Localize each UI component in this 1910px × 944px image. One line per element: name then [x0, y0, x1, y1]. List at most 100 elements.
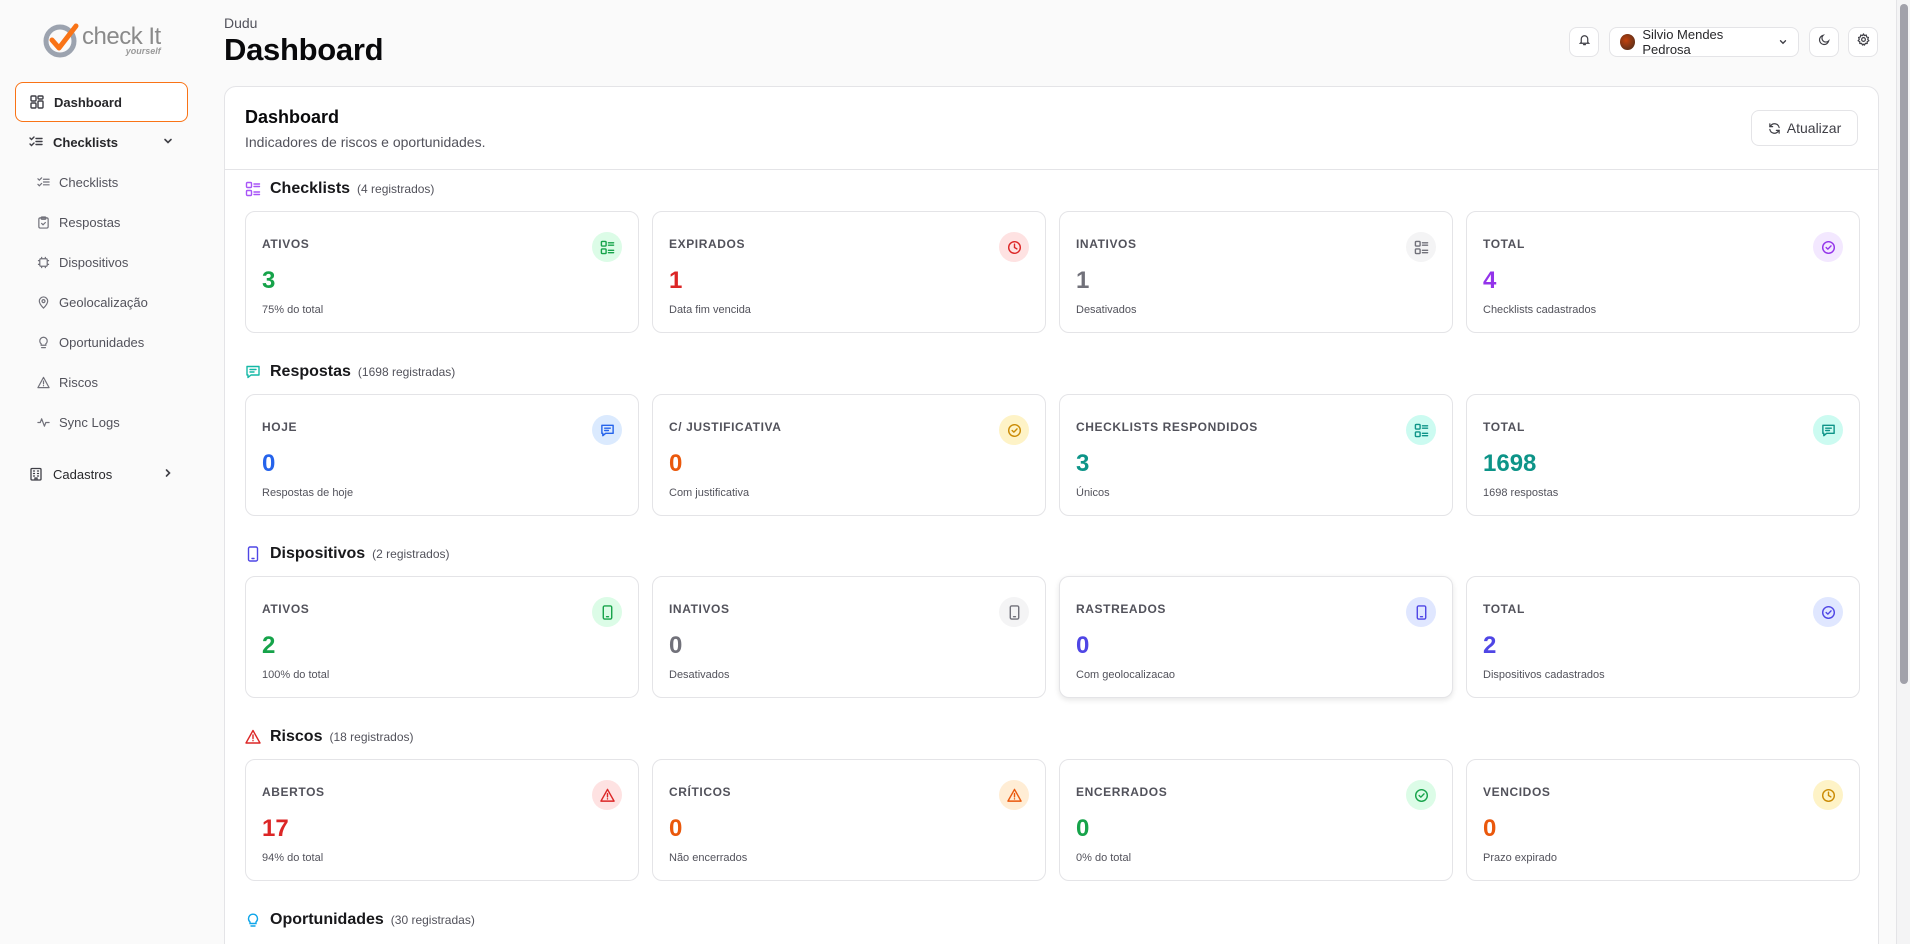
stat-card-riscos-abertos[interactable]: ABERTOS 17 94% do total — [245, 759, 639, 881]
alert-triangle-icon — [245, 729, 261, 745]
sidebar-item-dispositivos[interactable]: Dispositivos — [15, 242, 188, 282]
stat-card-checklists-total[interactable]: TOTAL 4 Checklists cadastrados — [1466, 211, 1860, 333]
sidebar-item-sync-logs[interactable]: Sync Logs — [15, 402, 188, 442]
scrollbar[interactable] — [1896, 0, 1910, 944]
sidebar-item-label: Checklists — [59, 174, 119, 190]
stat-card-checklists-inativos[interactable]: INATIVOS 1 Desativados — [1059, 211, 1453, 333]
sidebar-item-geolocalizacao[interactable]: Geolocalização — [15, 282, 188, 322]
checklist-icon — [592, 232, 622, 262]
sidebar-group-cadastros[interactable]: Cadastros — [15, 454, 188, 494]
refresh-button[interactable]: Atualizar — [1751, 110, 1858, 146]
stat-card-dispositivos-total[interactable]: TOTAL 2 Dispositivos cadastrados — [1466, 576, 1860, 698]
stat-card-dispositivos-rastreados[interactable]: RASTREADOS 0 Com geolocalizacao — [1059, 576, 1453, 698]
sidebar-item-checklists[interactable]: Checklists — [15, 162, 188, 202]
settings-button[interactable] — [1848, 27, 1878, 57]
sidebar-item-respostas[interactable]: Respostas — [15, 202, 188, 242]
stat-card-respostas-hoje[interactable]: HOJE 0 Respostas de hoje — [245, 394, 639, 516]
lightbulb-icon — [245, 912, 261, 928]
logo-text: check It — [82, 22, 161, 50]
check-circle-icon — [1813, 232, 1843, 262]
stat-label: CRÍTICOS — [669, 785, 732, 799]
sidebar-item-label: Checklists — [53, 134, 119, 150]
check-circle-icon — [1813, 597, 1843, 627]
cpu-icon — [36, 255, 51, 270]
stat-description: Prazo expirado — [1483, 852, 1557, 864]
section-title: Checklists — [270, 180, 351, 197]
clock-icon — [1813, 780, 1843, 810]
stat-value: 2 — [1483, 632, 1497, 659]
stat-description: 94% do total — [262, 852, 324, 864]
refresh-label: Atualizar — [1786, 120, 1842, 136]
notifications-button[interactable] — [1569, 27, 1599, 57]
section-oportunidades: Oportunidades (30 registradas) — [245, 909, 1860, 931]
stat-description: 75% do total — [262, 304, 324, 316]
section-title: Oportunidades — [270, 911, 384, 928]
sidebar-item-label: Dispositivos — [59, 254, 129, 270]
stat-value: 1698 — [1483, 450, 1537, 477]
sidebar-item-label: Dashboard — [54, 94, 122, 110]
stat-card-respostas-total[interactable]: TOTAL 1698 1698 respostas — [1466, 394, 1860, 516]
stat-description: 100% do total — [262, 669, 330, 681]
stat-description: Com geolocalizacao — [1076, 669, 1176, 681]
stat-description: Dispositivos cadastrados — [1483, 669, 1605, 681]
stat-value: 0 — [669, 632, 683, 659]
chevron-down-icon — [1778, 37, 1788, 47]
chevron-right-icon — [162, 467, 174, 479]
stat-card-riscos-criticos[interactable]: CRÍTICOS 0 Não encerrados — [652, 759, 1046, 881]
message-square-icon — [592, 415, 622, 445]
stat-card-checklists-expirados[interactable]: EXPIRADOS 1 Data fim vencida — [652, 211, 1046, 333]
stat-card-respostas-justificativa[interactable]: C/ JUSTIFICATIVA 0 Com justificativa — [652, 394, 1046, 516]
sidebar-item-riscos[interactable]: Riscos — [15, 362, 188, 402]
stat-value: 0 — [262, 450, 276, 477]
stat-description: 0% do total — [1076, 852, 1132, 864]
stat-value: 17 — [262, 815, 289, 842]
sidebar-item-label: Riscos — [59, 374, 99, 390]
lightbulb-icon — [36, 335, 51, 350]
stat-label: ATIVOS — [262, 602, 310, 616]
clipboard-check-icon — [36, 215, 51, 230]
stat-card-respostas-checklists-respondidos[interactable]: CHECKLISTS RESPONDIDOS 3 Únicos — [1059, 394, 1453, 516]
stat-value: 1 — [669, 267, 683, 294]
stat-description: Não encerrados — [669, 852, 748, 864]
sidebar-item-oportunidades[interactable]: Oportunidades — [15, 322, 188, 362]
sidebar: check It yourself Dashboard Checklists C… — [0, 0, 202, 944]
card-title: Dashboard — [245, 107, 340, 127]
moon-icon — [1818, 33, 1831, 51]
checklist-icon — [1406, 232, 1436, 262]
user-menu-button[interactable]: Silvio Mendes Pedrosa — [1609, 27, 1799, 57]
list-checks-icon — [28, 134, 44, 150]
organization-name: Dudu — [224, 15, 258, 31]
alert-triangle-icon — [999, 780, 1029, 810]
stat-description: Respostas de hoje — [262, 487, 354, 499]
smartphone-icon — [1406, 597, 1436, 627]
stat-value: 0 — [1483, 815, 1497, 842]
stat-description: Desativados — [669, 669, 730, 681]
map-pin-icon — [36, 295, 51, 310]
check-circle-icon — [999, 415, 1029, 445]
refresh-icon — [1768, 122, 1787, 135]
stat-value: 0 — [1076, 632, 1090, 659]
bell-icon — [1578, 33, 1591, 51]
scrollbar-thumb[interactable] — [1900, 4, 1908, 684]
stat-card-riscos-encerrados[interactable]: ENCERRADOS 0 0% do total — [1059, 759, 1453, 881]
stat-label: EXPIRADOS — [669, 237, 746, 251]
stat-card-dispositivos-inativos[interactable]: INATIVOS 0 Desativados — [652, 576, 1046, 698]
smartphone-icon — [999, 597, 1029, 627]
checklist-icon — [245, 181, 261, 197]
section-title: Dispositivos — [270, 545, 366, 562]
stat-card-riscos-vencidos[interactable]: VENCIDOS 0 Prazo expirado — [1466, 759, 1860, 881]
stat-card-dispositivos-ativos[interactable]: ATIVOS 2 100% do total — [245, 576, 639, 698]
theme-toggle-button[interactable] — [1809, 27, 1839, 57]
sidebar-nav: Dashboard Checklists Checklists Resposta… — [15, 82, 188, 494]
logo[interactable]: check It yourself — [40, 18, 170, 62]
checklist-icon — [1406, 415, 1436, 445]
stat-value: 0 — [669, 815, 683, 842]
stat-label: VENCIDOS — [1483, 785, 1551, 799]
sidebar-item-dashboard[interactable]: Dashboard — [15, 82, 188, 122]
stat-value: 0 — [1076, 815, 1090, 842]
sidebar-group-checklists[interactable]: Checklists — [15, 122, 188, 162]
stat-card-checklists-ativos[interactable]: ATIVOS 3 75% do total — [245, 211, 639, 333]
sidebar-item-label: Respostas — [59, 214, 121, 230]
smartphone-icon — [245, 546, 261, 562]
stat-description: Únicos — [1076, 487, 1110, 499]
